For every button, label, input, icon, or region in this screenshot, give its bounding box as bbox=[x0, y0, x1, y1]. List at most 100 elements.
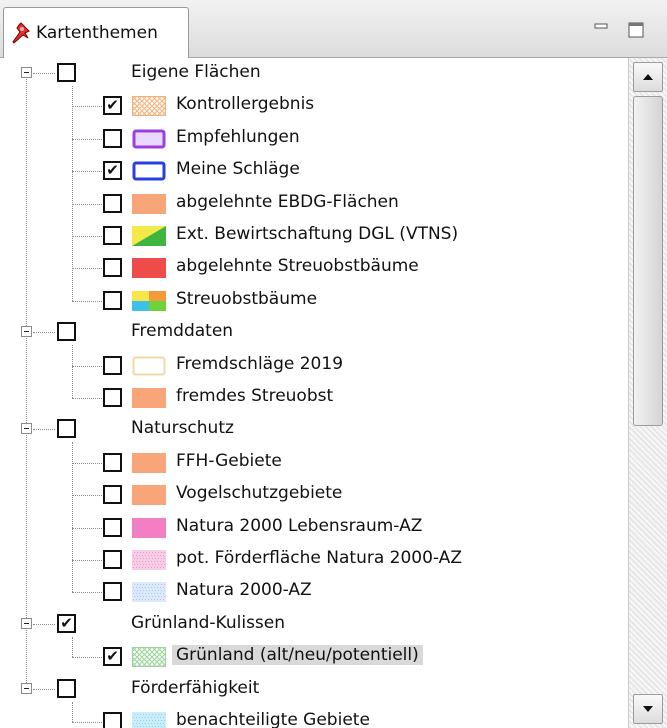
collapse-toggle-icon[interactable] bbox=[21, 423, 32, 435]
tree-layer-row[interactable]: abgelehnte EBDG-Flächen bbox=[0, 188, 628, 220]
tree-connector bbox=[72, 345, 73, 398]
tree-layer-row[interactable]: ✔ Kontrollergebnis bbox=[0, 90, 628, 122]
group-label: Fremddaten bbox=[131, 321, 234, 342]
group-checkbox[interactable]: ✔ bbox=[57, 613, 76, 633]
tree-layer-row[interactable]: pot. Förderfläche Natura 2000-AZ bbox=[0, 544, 628, 576]
tree-layer-row[interactable]: ✔ Meine Schläge bbox=[0, 155, 628, 187]
tree-connector bbox=[72, 300, 102, 302]
collapse-toggle-icon[interactable] bbox=[21, 326, 32, 338]
tree-group-row[interactable]: ✔ Grünland-Kulissen bbox=[0, 609, 628, 641]
layer-checkbox[interactable] bbox=[103, 712, 122, 728]
layer-tree: Eigene Flächen ✔ Kontrollergebnis Empfehlun… bbox=[0, 58, 628, 728]
layer-checkbox[interactable] bbox=[103, 258, 122, 278]
collapse-toggle-icon[interactable] bbox=[21, 682, 32, 694]
tree-connector bbox=[72, 442, 73, 593]
scroll-thumb[interactable] bbox=[633, 96, 663, 426]
tree-connector bbox=[33, 688, 55, 690]
layer-checkbox[interactable] bbox=[103, 193, 122, 213]
layer-label[interactable]: pot. Förderfläche Natura 2000-AZ bbox=[176, 548, 462, 568]
tree-layer-row[interactable]: fremdes Streuobst bbox=[0, 382, 628, 414]
layer-checkbox[interactable] bbox=[103, 226, 122, 245]
layer-label[interactable]: Kontrollergebnis bbox=[176, 94, 314, 114]
layer-label[interactable]: abgelehnte Streuobstbäume bbox=[176, 256, 419, 276]
layer-checkbox[interactable] bbox=[103, 452, 122, 472]
tree-connector bbox=[72, 495, 102, 497]
group-checkbox[interactable] bbox=[57, 419, 76, 439]
group-checkbox[interactable] bbox=[57, 63, 76, 82]
layer-label[interactable]: Meine Schläge bbox=[176, 159, 300, 179]
tree-layer-row[interactable]: benachteiligte Gebiete bbox=[0, 706, 628, 728]
layer-checkbox[interactable] bbox=[103, 550, 122, 569]
tree-layer-row[interactable]: Fremdschläge 2019 bbox=[0, 350, 628, 382]
layer-label[interactable]: Natura 2000 Lebensraum-AZ bbox=[176, 516, 422, 536]
layer-label[interactable]: Grünland (alt/neu/potentiell) bbox=[172, 645, 423, 666]
tree-layer-row[interactable]: Streuobstbäume bbox=[0, 285, 628, 317]
tree-connector bbox=[33, 73, 55, 74]
tree-layer-row[interactable]: ✔ Grünland (alt/neu/potentiell) bbox=[0, 641, 628, 673]
layer-label[interactable]: FFH-Gebiete bbox=[176, 451, 282, 471]
tree-layer-row[interactable]: Ext. Bewirtschaftung DGL (VTNS) bbox=[0, 220, 628, 252]
tree-layer-row[interactable]: Empfehlungen bbox=[0, 123, 628, 155]
pushpin-icon bbox=[12, 22, 30, 44]
layer-label[interactable]: Ext. Bewirtschaftung DGL (VTNS) bbox=[176, 224, 458, 244]
tree-connector bbox=[72, 236, 102, 237]
tree-group-row[interactable]: Eigene Flächen bbox=[0, 58, 628, 90]
vertical-scrollbar[interactable] bbox=[628, 58, 667, 728]
scroll-down-button[interactable] bbox=[633, 694, 663, 724]
layer-label[interactable]: Streuobstbäume bbox=[176, 289, 317, 309]
layer-checkbox[interactable]: ✔ bbox=[103, 161, 122, 181]
legend-swatch-icon bbox=[132, 485, 166, 506]
tab-kartenthemen[interactable]: Kartenthemen bbox=[3, 7, 189, 59]
arrow-down-icon bbox=[643, 706, 653, 712]
tree-layer-row[interactable]: FFH-Gebiete bbox=[0, 447, 628, 479]
panel-titlebar: Kartenthemen bbox=[0, 0, 667, 59]
legend-swatch-icon bbox=[132, 582, 166, 603]
layer-checkbox[interactable]: ✔ bbox=[103, 647, 122, 667]
layer-label[interactable]: Vogelschutzgebiete bbox=[176, 483, 342, 503]
tree-layer-row[interactable]: Vogelschutzgebiete bbox=[0, 479, 628, 511]
layer-checkbox[interactable]: ✔ bbox=[103, 96, 122, 116]
layer-checkbox[interactable] bbox=[103, 355, 122, 375]
minimize-icon[interactable] bbox=[592, 22, 610, 38]
layer-label[interactable]: abgelehnte EBDG-Flächen bbox=[176, 192, 399, 212]
layer-label[interactable]: Natura 2000-AZ bbox=[176, 580, 312, 600]
maximize-icon[interactable] bbox=[627, 22, 645, 38]
collapse-toggle-icon[interactable] bbox=[21, 67, 32, 78]
tree-layer-row[interactable]: abgelehnte Streuobstbäume bbox=[0, 252, 628, 284]
legend-swatch-icon bbox=[132, 129, 166, 149]
collapse-toggle-icon[interactable] bbox=[21, 617, 32, 629]
layer-label[interactable]: benachteiligte Gebiete bbox=[176, 710, 370, 728]
tree-connector bbox=[72, 701, 73, 722]
layer-label[interactable]: fremdes Streuobst bbox=[176, 386, 333, 406]
layer-checkbox[interactable] bbox=[103, 517, 122, 537]
legend-swatch-icon bbox=[132, 356, 166, 376]
tree-connector bbox=[33, 623, 55, 625]
tree-connector bbox=[72, 171, 102, 173]
tree-connector bbox=[26, 629, 27, 683]
legend-swatch-icon bbox=[132, 226, 166, 246]
tree-layer-row[interactable]: Natura 2000 Lebensraum-AZ bbox=[0, 512, 628, 544]
tree-connector bbox=[72, 268, 102, 270]
tree-group-row[interactable]: Fremddaten bbox=[0, 317, 628, 349]
legend-swatch-icon bbox=[132, 161, 166, 181]
group-checkbox[interactable] bbox=[57, 322, 76, 342]
tree-group-row[interactable]: Naturschutz bbox=[0, 414, 628, 446]
layer-checkbox[interactable] bbox=[103, 485, 122, 505]
layer-checkbox[interactable] bbox=[103, 290, 122, 310]
layer-label[interactable]: Fremdschläge 2019 bbox=[176, 354, 343, 374]
scroll-up-button[interactable] bbox=[633, 62, 663, 92]
tree-layer-row[interactable]: Natura 2000-AZ bbox=[0, 576, 628, 608]
legend-swatch-icon bbox=[132, 388, 166, 408]
tree-connector bbox=[72, 106, 102, 108]
layer-label[interactable]: Empfehlungen bbox=[176, 127, 300, 147]
layer-checkbox[interactable] bbox=[103, 128, 122, 148]
tree-connector bbox=[72, 365, 102, 367]
layer-checkbox[interactable] bbox=[103, 582, 122, 602]
group-checkbox[interactable] bbox=[57, 678, 76, 698]
tree-connector bbox=[26, 79, 27, 327]
tree-connector bbox=[33, 429, 55, 431]
tree-connector bbox=[72, 86, 73, 301]
layer-checkbox[interactable] bbox=[103, 388, 122, 407]
tree-group-row[interactable]: Förderfähigkeit bbox=[0, 674, 628, 706]
tree-connector bbox=[72, 203, 102, 205]
